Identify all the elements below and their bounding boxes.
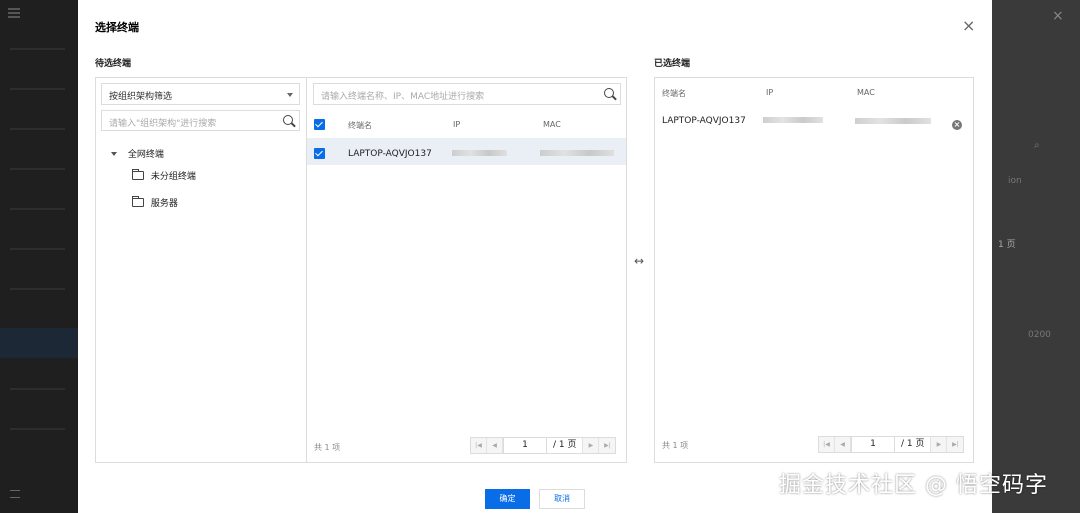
close-icon[interactable]: ×	[962, 18, 975, 34]
terminal-mac-redacted	[855, 118, 931, 124]
background-close-icon: ×	[1052, 8, 1064, 24]
candidate-terminals-panel: 请输入终端名称、IP、MAC地址进行搜索 终端名 IP MAC LAPTOP-A…	[306, 77, 627, 463]
column-header-name: 终端名	[662, 89, 686, 98]
background-sidebar	[0, 0, 78, 513]
page-total: / 1 页	[547, 438, 584, 453]
select-all-checkbox[interactable]	[314, 119, 325, 130]
column-header-mac: MAC	[857, 88, 875, 97]
org-tree-panel: 按组织架构筛选 请输入"组织架构"进行搜索 全网终端 未分组终端 服务器	[95, 77, 307, 463]
background-row	[10, 208, 65, 210]
last-page-button[interactable]: ▶|	[947, 437, 963, 452]
org-search-input[interactable]: 请输入"组织架构"进行搜索	[101, 110, 300, 131]
column-header-ip: IP	[766, 88, 774, 97]
search-icon[interactable]	[604, 88, 614, 98]
terminal-ip-redacted	[763, 117, 823, 123]
filter-select-value: 按组织架构筛选	[109, 92, 173, 102]
terminal-search-placeholder: 请输入终端名称、IP、MAC地址进行搜索	[321, 92, 485, 102]
background-row	[10, 128, 65, 130]
cancel-button[interactable]: 取消	[539, 489, 585, 509]
candidate-count: 共 1 项	[314, 443, 341, 452]
confirm-button[interactable]: 确定	[485, 489, 530, 509]
watermark: 掘金技术社区 @ 悟空码字	[779, 473, 1048, 498]
background-text: 0200	[1028, 330, 1051, 340]
background-row	[10, 288, 65, 290]
caret-down-icon[interactable]	[111, 152, 117, 156]
background-row	[10, 428, 65, 430]
next-page-button[interactable]: ▶	[931, 437, 948, 452]
org-search-placeholder: 请输入"组织架构"进行搜索	[109, 119, 217, 129]
dialog-title: 选择终端	[95, 21, 139, 34]
candidate-pager: |◀ ◀ 1 / 1 页 ▶ ▶|	[470, 437, 617, 454]
background-row	[10, 48, 65, 50]
background-row	[10, 248, 65, 250]
column-header-name: 终端名	[348, 121, 372, 130]
background-text: 1 页	[998, 240, 1016, 250]
column-header-mac: MAC	[543, 120, 561, 129]
tree-node-label: 未分组终端	[150, 172, 196, 182]
terminal-name: LAPTOP-AQVJO137	[348, 149, 432, 159]
tree-node-label: 全网终端	[127, 150, 164, 160]
background-search-icon: ⌕	[1034, 140, 1040, 151]
background-content: × ⌕ ion 1 页 0200	[992, 0, 1080, 513]
background-row	[10, 88, 65, 90]
terminal-name: LAPTOP-AQVJO137	[662, 116, 746, 126]
row-checkbox[interactable]	[314, 148, 325, 159]
tree-node-label: 服务器	[150, 199, 178, 209]
folder-icon	[132, 169, 144, 180]
terminal-mac-redacted	[540, 150, 614, 156]
next-page-button[interactable]: ▶	[583, 438, 600, 453]
selected-count: 共 1 项	[662, 441, 689, 450]
table-row[interactable]: LAPTOP-AQVJO137	[307, 138, 626, 165]
first-page-button[interactable]: |◀	[471, 438, 487, 453]
remove-icon[interactable]: ×	[952, 120, 962, 130]
candidates-label: 待选终端	[95, 59, 132, 69]
background-text: ion	[1008, 176, 1022, 186]
page-input[interactable]: 1	[851, 437, 895, 452]
tree-node-servers[interactable]: 服务器	[132, 196, 178, 209]
menu-icon	[8, 8, 20, 18]
background-selected-item	[0, 328, 78, 358]
first-page-button[interactable]: |◀	[819, 437, 835, 452]
background-row	[10, 388, 65, 390]
terminal-search-input[interactable]: 请输入终端名称、IP、MAC地址进行搜索	[313, 83, 621, 105]
folder-icon	[132, 196, 144, 207]
select-terminal-dialog: 选择终端 × 待选终端 已选终端 按组织架构筛选 请输入"组织架构"进行搜索 全…	[78, 0, 992, 513]
collapse-icon	[10, 490, 20, 498]
page-input[interactable]: 1	[503, 438, 547, 453]
selected-label: 已选终端	[654, 59, 691, 69]
terminal-ip-redacted	[452, 150, 507, 156]
last-page-button[interactable]: ▶|	[599, 438, 615, 453]
selected-terminals-panel: 终端名 IP MAC LAPTOP-AQVJO137 × 共 1 项 |◀ ◀ …	[654, 77, 974, 463]
selected-pager: |◀ ◀ 1 / 1 页 ▶ ▶|	[818, 436, 965, 453]
column-header-ip: IP	[453, 120, 461, 129]
swap-icon: ↔	[634, 254, 645, 268]
page-total: / 1 页	[895, 437, 932, 452]
prev-page-button[interactable]: ◀	[487, 438, 503, 453]
tree-node-ungrouped[interactable]: 未分组终端	[132, 169, 196, 182]
background-row	[10, 168, 65, 170]
tree-node-all[interactable]: 全网终端	[111, 147, 164, 160]
search-icon[interactable]	[283, 115, 293, 125]
filter-select[interactable]: 按组织架构筛选	[101, 83, 300, 105]
prev-page-button[interactable]: ◀	[835, 437, 851, 452]
chevron-down-icon	[287, 93, 293, 97]
